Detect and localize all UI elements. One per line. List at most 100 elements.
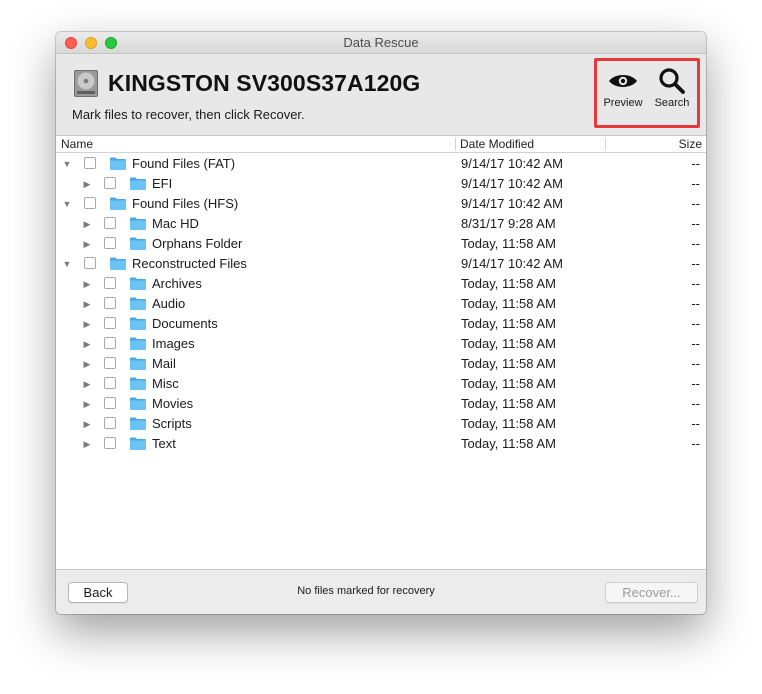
recover-checkbox[interactable] bbox=[84, 197, 96, 209]
recover-checkbox[interactable] bbox=[104, 397, 116, 409]
file-row[interactable]: ▶ Misc Today, 11:58 AM -- bbox=[56, 374, 706, 394]
disclosure-right-icon[interactable]: ▶ bbox=[82, 218, 92, 230]
search-label: Search bbox=[654, 97, 690, 109]
recover-button[interactable]: Recover... bbox=[605, 582, 698, 603]
disclosure-right-icon[interactable]: ▶ bbox=[82, 358, 92, 370]
disclosure-down-icon[interactable]: ▼ bbox=[62, 158, 72, 170]
disclosure-right-icon[interactable]: ▶ bbox=[82, 418, 92, 430]
file-date-modified: Today, 11:58 AM bbox=[461, 396, 556, 411]
disclosure-right-icon[interactable]: ▶ bbox=[82, 378, 92, 390]
file-date-modified: 9/14/17 10:42 AM bbox=[461, 156, 563, 171]
recover-checkbox[interactable] bbox=[104, 277, 116, 289]
disclosure-down-icon[interactable]: ▼ bbox=[62, 258, 72, 270]
recover-checkbox[interactable] bbox=[84, 257, 96, 269]
file-name: Reconstructed Files bbox=[132, 256, 247, 271]
recover-checkbox[interactable] bbox=[104, 437, 116, 449]
file-name: Movies bbox=[152, 396, 194, 411]
disclosure-right-icon[interactable]: ▶ bbox=[82, 238, 92, 250]
file-date-modified: Today, 11:58 AM bbox=[461, 236, 556, 251]
disclosure-right-icon[interactable]: ▶ bbox=[82, 178, 92, 190]
folder-icon bbox=[110, 257, 126, 270]
disclosure-right-icon[interactable]: ▶ bbox=[82, 298, 92, 310]
recover-checkbox[interactable] bbox=[104, 357, 116, 369]
folder-icon bbox=[130, 377, 146, 390]
drive-header: KINGSTON SV300S37A120G Mark files to rec… bbox=[56, 54, 706, 136]
file-row[interactable]: ▶ Mail Today, 11:58 AM -- bbox=[56, 354, 706, 374]
file-row[interactable]: ▶ Documents Today, 11:58 AM -- bbox=[56, 314, 706, 334]
folder-icon bbox=[130, 357, 146, 370]
file-date-modified: Today, 11:58 AM bbox=[461, 376, 556, 391]
column-header-size[interactable]: Size bbox=[679, 136, 702, 152]
file-name: Found Files (FAT) bbox=[132, 156, 236, 171]
file-name: Misc bbox=[152, 376, 179, 391]
search-button[interactable]: Search bbox=[648, 68, 696, 109]
file-size: -- bbox=[691, 216, 700, 231]
folder-icon bbox=[130, 217, 146, 230]
file-row[interactable]: ▼ Reconstructed Files 9/14/17 10:42 AM -- bbox=[56, 254, 706, 274]
disclosure-right-icon[interactable]: ▶ bbox=[82, 278, 92, 290]
file-name: Found Files (HFS) bbox=[132, 196, 239, 211]
disclosure-right-icon[interactable]: ▶ bbox=[82, 338, 92, 350]
file-size: -- bbox=[691, 176, 700, 191]
disclosure-right-icon[interactable]: ▶ bbox=[82, 398, 92, 410]
file-row[interactable]: ▶ Orphans Folder Today, 11:58 AM -- bbox=[56, 234, 706, 254]
file-date-modified: Today, 11:58 AM bbox=[461, 336, 556, 351]
file-row[interactable]: ▶ Mac HD 8/31/17 9:28 AM -- bbox=[56, 214, 706, 234]
file-name: Mac HD bbox=[152, 216, 199, 231]
recover-checkbox[interactable] bbox=[104, 177, 116, 189]
column-divider[interactable] bbox=[455, 138, 456, 150]
recover-checkbox[interactable] bbox=[104, 417, 116, 429]
file-row[interactable]: ▼ Found Files (FAT) 9/14/17 10:42 AM -- bbox=[56, 154, 706, 174]
file-row[interactable]: ▶ Audio Today, 11:58 AM -- bbox=[56, 294, 706, 314]
folder-icon bbox=[130, 417, 146, 430]
file-list: ▼ Found Files (FAT) 9/14/17 10:42 AM -- ▶ EFI… bbox=[56, 153, 706, 570]
file-date-modified: Today, 11:58 AM bbox=[461, 356, 556, 371]
file-row[interactable]: ▶ Movies Today, 11:58 AM -- bbox=[56, 394, 706, 414]
folder-icon bbox=[130, 277, 146, 290]
disclosure-right-icon[interactable]: ▶ bbox=[82, 438, 92, 450]
file-date-modified: Today, 11:58 AM bbox=[461, 416, 556, 431]
column-headers: Name Date Modified Size bbox=[56, 136, 706, 153]
folder-icon bbox=[130, 317, 146, 330]
folder-icon bbox=[130, 237, 146, 250]
column-divider[interactable] bbox=[605, 138, 606, 150]
file-name: EFI bbox=[152, 176, 173, 191]
file-date-modified: 9/14/17 10:42 AM bbox=[461, 256, 563, 271]
file-date-modified: 9/14/17 10:42 AM bbox=[461, 176, 563, 191]
file-size: -- bbox=[691, 396, 700, 411]
file-name: Scripts bbox=[152, 416, 192, 431]
file-row[interactable]: ▶ Images Today, 11:58 AM -- bbox=[56, 334, 706, 354]
disclosure-down-icon[interactable]: ▼ bbox=[62, 198, 72, 210]
file-row[interactable]: ▶ Archives Today, 11:58 AM -- bbox=[56, 274, 706, 294]
file-row[interactable]: ▶ Scripts Today, 11:58 AM -- bbox=[56, 414, 706, 434]
recover-checkbox[interactable] bbox=[104, 337, 116, 349]
recover-checkbox[interactable] bbox=[104, 317, 116, 329]
file-row[interactable]: ▶ Text Today, 11:58 AM -- bbox=[56, 434, 706, 454]
file-size: -- bbox=[691, 436, 700, 451]
file-name: Documents bbox=[152, 316, 218, 331]
file-size: -- bbox=[691, 156, 700, 171]
column-header-date-modified[interactable]: Date Modified bbox=[460, 136, 534, 152]
file-row[interactable]: ▼ Found Files (HFS) 9/14/17 10:42 AM -- bbox=[56, 194, 706, 214]
file-name: Images bbox=[152, 336, 195, 351]
recovery-status: No files marked for recovery bbox=[297, 585, 435, 597]
file-date-modified: Today, 11:58 AM bbox=[461, 296, 556, 311]
title-bar[interactable]: Data Rescue bbox=[56, 32, 706, 54]
file-size: -- bbox=[691, 416, 700, 431]
recover-checkbox[interactable] bbox=[104, 237, 116, 249]
recover-checkbox[interactable] bbox=[84, 157, 96, 169]
recovery-instructions: Mark files to recover, then click Recove… bbox=[72, 107, 305, 122]
file-row[interactable]: ▶ EFI 9/14/17 10:42 AM -- bbox=[56, 174, 706, 194]
recover-checkbox[interactable] bbox=[104, 377, 116, 389]
column-header-name[interactable]: Name bbox=[61, 136, 93, 152]
preview-button[interactable]: Preview bbox=[598, 68, 648, 109]
recover-checkbox[interactable] bbox=[104, 217, 116, 229]
file-size: -- bbox=[691, 336, 700, 351]
file-size: -- bbox=[691, 196, 700, 211]
file-size: -- bbox=[691, 356, 700, 371]
folder-icon bbox=[130, 177, 146, 190]
disclosure-right-icon[interactable]: ▶ bbox=[82, 318, 92, 330]
file-date-modified: Today, 11:58 AM bbox=[461, 436, 556, 451]
recover-checkbox[interactable] bbox=[104, 297, 116, 309]
drive-name: KINGSTON SV300S37A120G bbox=[108, 70, 421, 96]
